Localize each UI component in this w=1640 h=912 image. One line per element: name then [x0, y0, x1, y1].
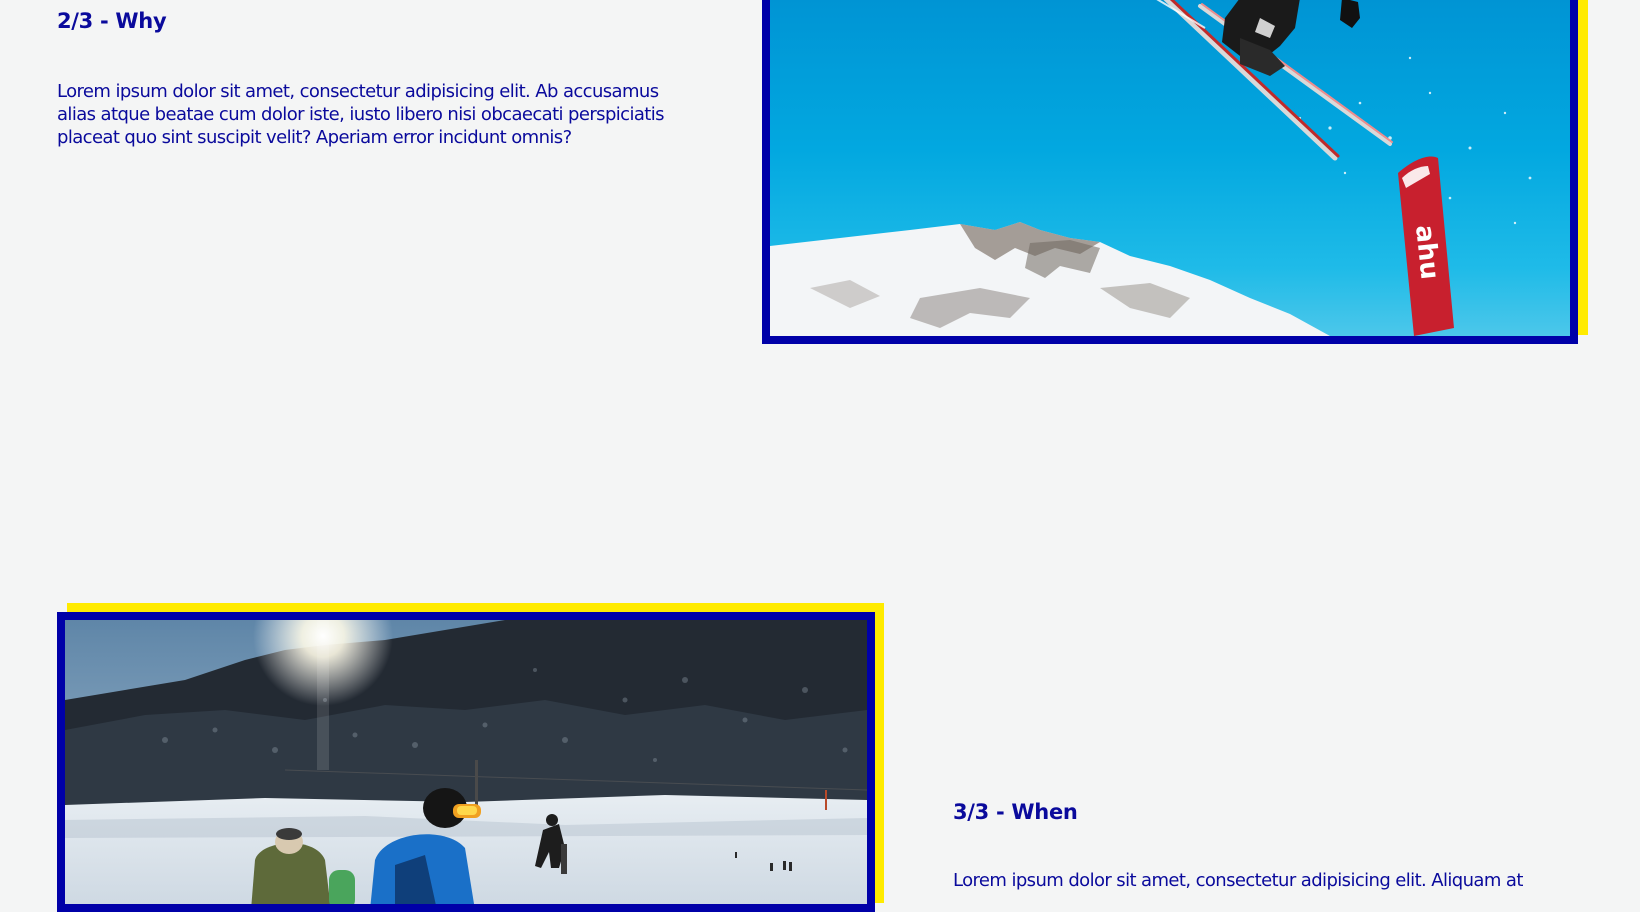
section-title-why: 2/3 - Why	[57, 9, 167, 33]
image-frame: ahu	[762, 0, 1578, 344]
skier-jump-image: ahu	[770, 0, 1570, 336]
snowboarders-image	[65, 620, 867, 904]
section-text-when: Lorem ipsum dolor sit amet, consectetur …	[953, 870, 1523, 891]
section-text-why: Lorem ipsum dolor sit amet, consectetur …	[57, 81, 665, 148]
svg-text:ahu: ahu	[1409, 224, 1445, 281]
image-frame	[57, 612, 875, 912]
section-title-when: 3/3 - When	[953, 800, 1078, 824]
